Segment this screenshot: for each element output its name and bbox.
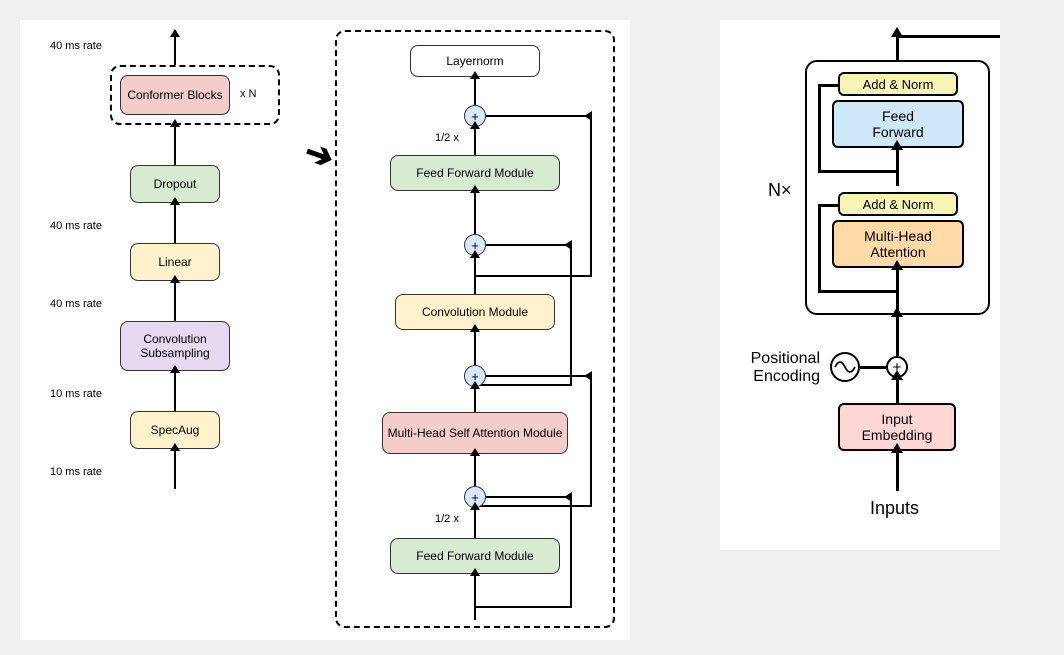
conv-subsampling-box: Convolution Subsampling xyxy=(120,321,230,371)
half-label-top: 1/2 x xyxy=(435,132,459,144)
d-arrow-5 xyxy=(474,330,476,365)
conformer-architecture-panel: 40 ms rate Conformer Blocks x N Dropout … xyxy=(20,20,630,640)
rate-label-40-low: 40 ms rate xyxy=(50,298,102,310)
r-out-h xyxy=(896,35,1000,38)
res3-h-bot xyxy=(476,505,592,507)
arrow-1 xyxy=(174,125,176,165)
diagram-canvas: 40 ms rate Conformer Blocks x N Dropout … xyxy=(0,0,1064,655)
res3-h-top xyxy=(486,375,590,377)
res1-h-bot xyxy=(476,275,592,277)
conformer-blocks-box: Conformer Blocks xyxy=(120,75,230,115)
r-arrow-emb-up xyxy=(896,378,899,403)
rate-label-40-top: 40 ms rate xyxy=(50,40,102,52)
d-arrow-8 xyxy=(474,508,476,538)
rate-label-10b: 10 ms rate xyxy=(50,466,102,478)
res4-h-bot xyxy=(476,606,572,608)
r-arrow-mid xyxy=(896,148,899,186)
add-norm-1: Add & Norm xyxy=(838,72,958,96)
d-arrow-3 xyxy=(474,191,476,234)
arrow-4 xyxy=(174,371,176,411)
arrow-output xyxy=(174,35,176,65)
d-arrow-9 xyxy=(474,574,476,620)
d-arrow-4 xyxy=(474,256,476,294)
rate-label-40-mid: 40 ms rate xyxy=(50,220,102,232)
r-arrow-pos-up xyxy=(896,315,899,356)
inputs-label: Inputs xyxy=(870,498,919,519)
positional-label: Positional Encoding xyxy=(730,350,820,386)
r-res2-htop xyxy=(818,204,838,207)
r-res1-hbot xyxy=(818,170,898,173)
r-res2-hbot xyxy=(818,290,898,293)
res4-v xyxy=(570,496,572,606)
res3-v xyxy=(590,375,592,505)
r-res1-v xyxy=(818,84,821,172)
transformer-encoder-panel: Add & Norm Feed Forward Add & Norm Multi… xyxy=(720,20,1000,550)
r-out-v xyxy=(896,35,899,60)
expand-arrow-icon: ➔ xyxy=(299,131,339,178)
res2-h-bot xyxy=(476,384,572,386)
r-arrow-inputs xyxy=(896,451,899,491)
d-arrow-2 xyxy=(474,127,476,155)
repeat-n-label: x N xyxy=(240,88,257,100)
rate-label-10a: 10 ms rate xyxy=(50,388,102,400)
d-arrow-6 xyxy=(474,387,476,412)
res2-v xyxy=(570,244,572,384)
positional-sine-icon xyxy=(830,352,860,382)
pos-h-line xyxy=(860,366,886,369)
arrow-3 xyxy=(174,281,176,321)
res2-h-top xyxy=(486,244,570,246)
r-res2-v xyxy=(818,204,821,292)
d-arrow-1 xyxy=(474,77,476,105)
half-label-bot: 1/2 x xyxy=(435,513,459,525)
res4-h-top xyxy=(486,496,570,498)
r-res1-htop xyxy=(818,84,838,87)
res1-h-top xyxy=(486,115,590,117)
d-arrow-7 xyxy=(474,454,476,486)
arrow-2 xyxy=(174,203,176,243)
arrow-input xyxy=(174,449,176,489)
res1-v xyxy=(590,115,592,275)
add-norm-2: Add & Norm xyxy=(838,192,958,216)
n-times-label: N× xyxy=(768,180,792,201)
